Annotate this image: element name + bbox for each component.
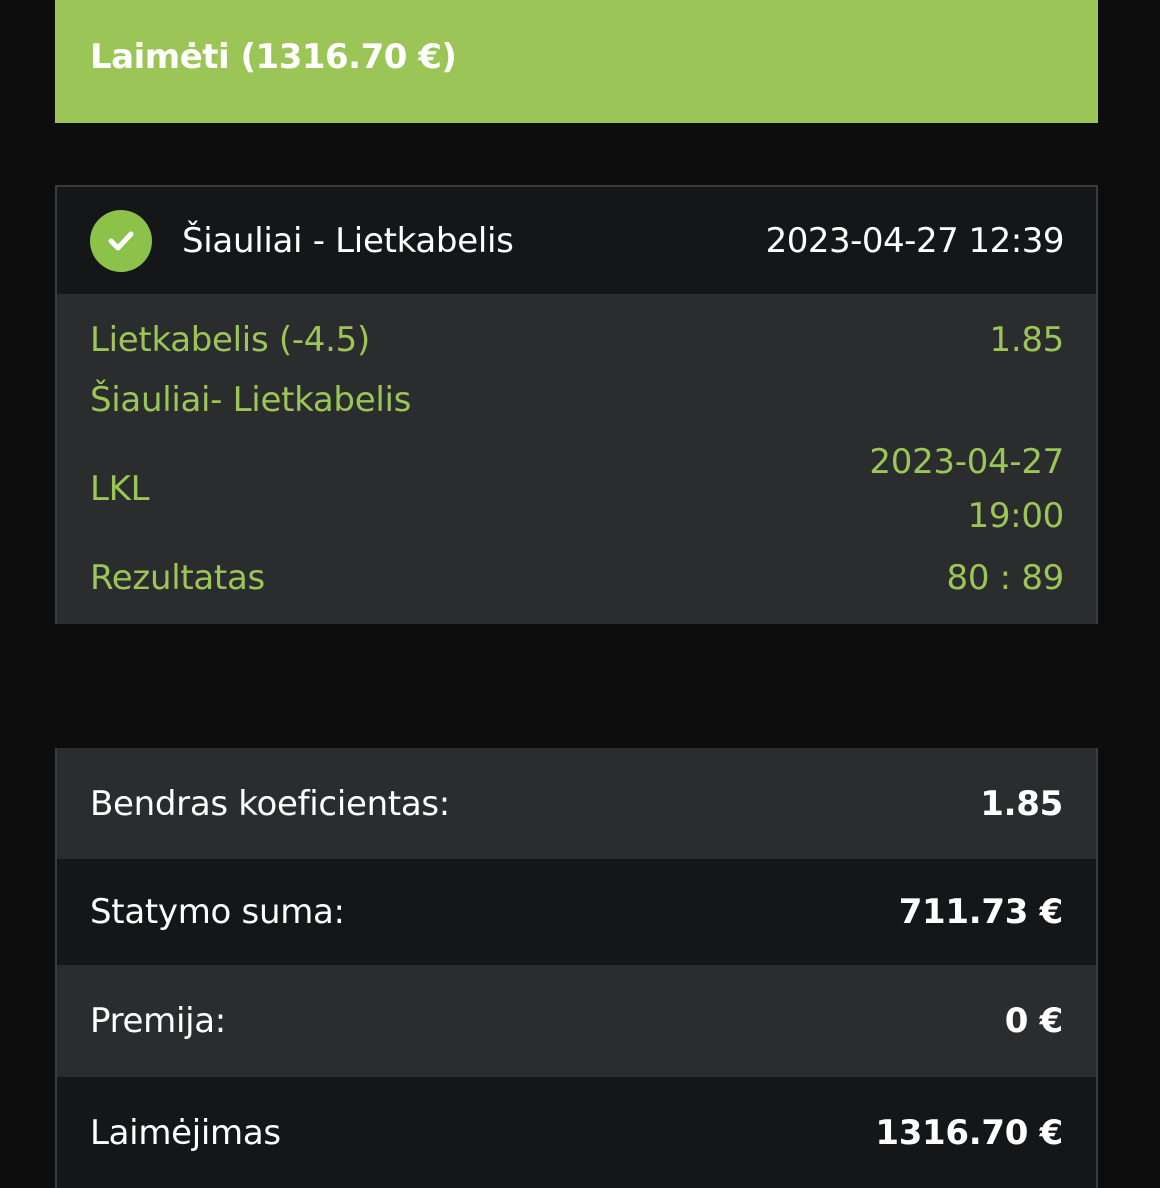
stake-value: 711.73 € — [898, 892, 1064, 932]
event-title: Šiauliai - Lietkabelis — [182, 220, 514, 261]
event-card: Šiauliai - Lietkabelis 2023-04-27 12:39 … — [55, 185, 1098, 624]
bonus-value: 0 € — [1004, 1001, 1064, 1041]
bet-slip-screen: Laimėti (1316.70 €) Šiauliai - Lietkabel… — [0, 0, 1160, 1188]
event-header: Šiauliai - Lietkabelis 2023-04-27 12:39 — [57, 187, 1096, 294]
match-time: 19:00 — [967, 496, 1065, 536]
total-odds-row: Bendras koeficientas: 1.85 — [57, 748, 1096, 859]
match-row: Šiauliai- Lietkabelis — [90, 370, 1064, 430]
winnings-label: Laimėjimas — [90, 1112, 281, 1153]
bet-status-banner: Laimėti (1316.70 €) — [55, 0, 1098, 123]
event-details: Lietkabelis (-4.5) 1.85 Šiauliai- Lietka… — [57, 310, 1096, 608]
total-odds-value: 1.85 — [980, 783, 1063, 824]
league-row: LKL 2023-04-27 19:00 — [90, 430, 1064, 548]
selection-row: Lietkabelis (-4.5) 1.85 — [90, 310, 1064, 370]
result-score: 80 : 89 — [946, 558, 1065, 598]
bonus-label: Premija: — [90, 1001, 226, 1041]
bonus-row: Premija: 0 € — [57, 965, 1096, 1077]
selection-label: Lietkabelis (-4.5) — [90, 320, 370, 360]
bet-status-label: Laimėti (1316.70 €) — [90, 36, 457, 77]
check-circle-icon — [90, 209, 152, 272]
result-label: Rezultatas — [90, 558, 265, 598]
stake-label: Statymo suma: — [90, 892, 345, 932]
result-row: Rezultatas 80 : 89 — [90, 548, 1064, 608]
stake-row: Statymo suma: 711.73 € — [57, 859, 1096, 965]
winnings-value: 1316.70 € — [875, 1112, 1063, 1153]
match-date: 2023-04-27 — [869, 442, 1064, 482]
match-name: Šiauliai- Lietkabelis — [90, 380, 412, 420]
total-odds-label: Bendras koeficientas: — [90, 783, 450, 824]
winnings-row: Laimėjimas 1316.70 € — [57, 1077, 1096, 1188]
selection-odds: 1.85 — [989, 320, 1064, 360]
bet-summary: Bendras koeficientas: 1.85 Statymo suma:… — [55, 748, 1098, 1188]
match-datetime: 2023-04-27 19:00 — [869, 435, 1064, 543]
bet-placed-datetime: 2023-04-27 12:39 — [765, 220, 1065, 261]
league-name: LKL — [90, 469, 150, 509]
